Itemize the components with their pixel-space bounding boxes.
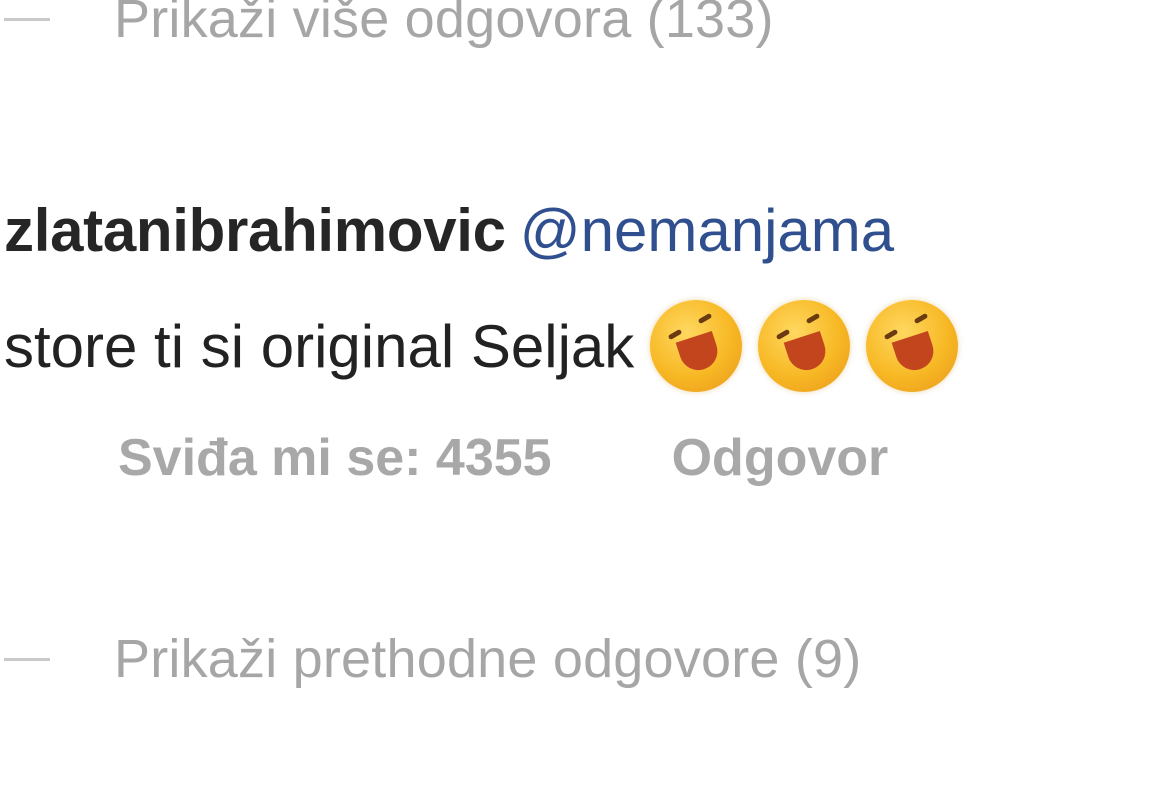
comment-body: store ti si original Seljak bbox=[4, 300, 959, 392]
likes-count-button[interactable]: Sviđa mi se: 4355 bbox=[118, 428, 552, 488]
comment-username[interactable]: zlatanibrahimovic bbox=[4, 197, 506, 264]
divider-dash bbox=[4, 17, 50, 21]
comment-text: store ti si original Seljak bbox=[4, 312, 635, 380]
laughing-emoji-icon bbox=[758, 300, 851, 392]
reply-button[interactable]: Odgovor bbox=[672, 428, 889, 488]
show-previous-replies-label[interactable]: Prikaži prethodne odgovore (9) bbox=[114, 628, 861, 690]
divider-dash bbox=[4, 657, 50, 661]
laughing-emoji-icon bbox=[866, 300, 959, 392]
comment-header: zlatanibrahimovic @nemanjama bbox=[4, 196, 894, 265]
show-more-replies[interactable]: Prikaži više odgovora (133) bbox=[0, 0, 774, 50]
comment-actions: Sviđa mi se: 4355 Odgovor bbox=[118, 428, 888, 488]
laughing-emoji-icon bbox=[650, 300, 743, 392]
show-previous-replies[interactable]: Prikaži prethodne odgovore (9) bbox=[0, 628, 861, 690]
show-more-replies-label[interactable]: Prikaži više odgovora (133) bbox=[114, 0, 774, 50]
comment-mention[interactable]: @nemanjama bbox=[520, 197, 894, 264]
